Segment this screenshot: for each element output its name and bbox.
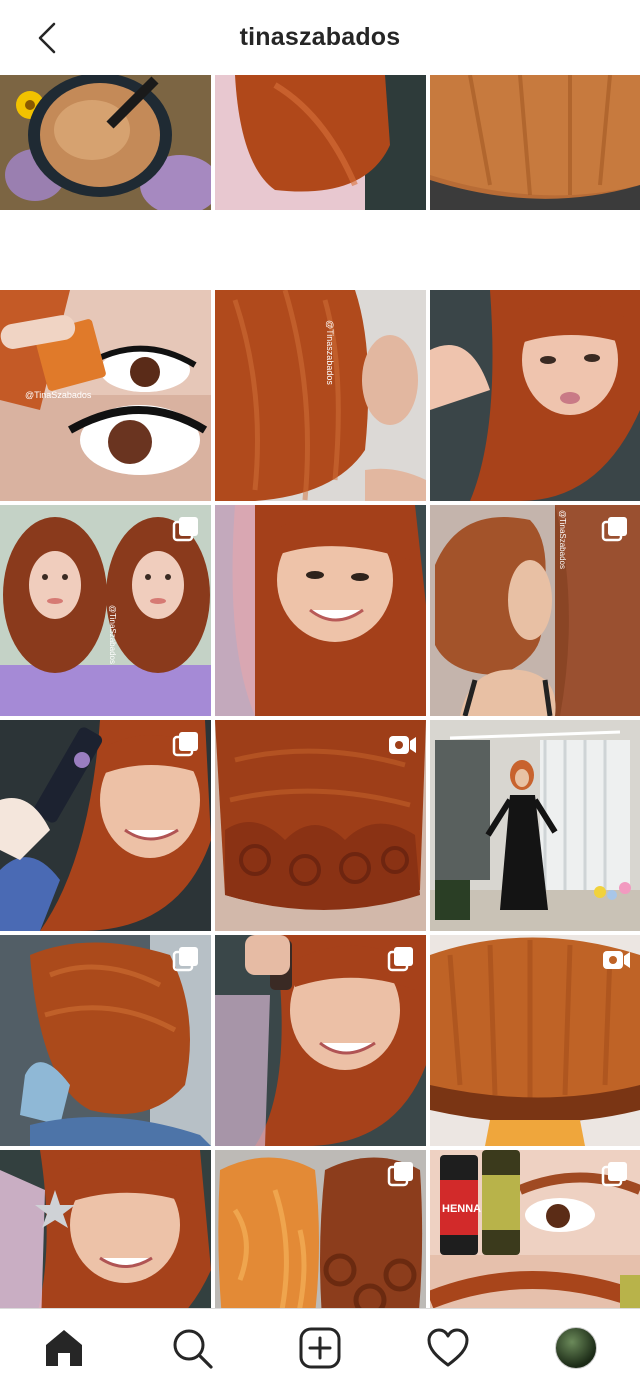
bottom-tab-bar <box>0 1308 640 1387</box>
post-copper-bob-side[interactable] <box>215 75 426 210</box>
post-thumbnail <box>430 720 640 931</box>
tab-profile[interactable] <box>546 1318 606 1378</box>
post-thumbnail <box>430 75 640 210</box>
tab-home[interactable] <box>34 1318 94 1378</box>
post-thumbnail: @TinaSzabados <box>0 290 211 501</box>
post-bangs-selfie-lips[interactable] <box>430 290 640 501</box>
page-title: tinaszabados <box>239 23 401 51</box>
watermark-label: @TinaSzabados <box>558 510 567 569</box>
plus-square-icon <box>299 1327 341 1369</box>
post-thumbnail <box>0 75 211 210</box>
heart-icon <box>427 1328 469 1367</box>
post-stacked-bob-back[interactable] <box>430 935 640 1146</box>
henna-label: HENNA <box>442 1203 481 1215</box>
watermark-label: @TinaSzabados <box>108 605 117 664</box>
carousel-icon <box>387 947 413 972</box>
post-long-copper-hair-profile[interactable]: @Tinaszabados <box>215 290 426 501</box>
chevron-left-icon <box>38 22 56 54</box>
post-henna-bowl[interactable] <box>0 75 211 210</box>
watermark-label: @Tinaszabados <box>325 320 335 385</box>
post-angled-bob[interactable] <box>0 935 211 1146</box>
post-thumbnail <box>215 505 426 716</box>
tab-search[interactable] <box>162 1318 222 1378</box>
post-thumbnail <box>215 75 426 210</box>
post-voluminous-blowout[interactable]: @TinaSzabados <box>430 505 640 716</box>
carousel-icon <box>601 517 627 542</box>
post-sparkle-bangs-selfie[interactable] <box>0 1150 211 1308</box>
video-icon <box>603 951 630 969</box>
posts-grid: @TinaSzabados @Tinaszabados @TinaSzabado… <box>0 75 640 1308</box>
post-thumbnail <box>430 290 640 501</box>
carousel-icon <box>172 732 198 757</box>
post-bottle-selfie-laugh[interactable] <box>215 935 426 1146</box>
post-ginger-curls-compare[interactable] <box>215 1150 426 1308</box>
home-icon <box>46 1330 82 1366</box>
post-thumbnail <box>0 1150 211 1308</box>
post-wavy-copper-back[interactable] <box>215 720 426 931</box>
carousel-icon <box>387 1162 413 1187</box>
tab-activity[interactable] <box>418 1318 478 1378</box>
watermark-label: @TinaSzabados <box>25 390 92 400</box>
carousel-icon <box>601 1162 627 1187</box>
post-curly-redhead-duo[interactable]: @TinaSzabados <box>0 505 211 716</box>
post-black-dress-room[interactable] <box>430 720 640 931</box>
video-icon <box>389 736 416 754</box>
search-icon <box>173 1329 213 1369</box>
post-eyelash-closeup[interactable]: @TinaSzabados <box>0 290 211 501</box>
post-bangs-selfie-smile[interactable] <box>215 505 426 716</box>
post-thumbnail: @Tinaszabados <box>215 290 426 501</box>
tab-new-post[interactable] <box>290 1318 350 1378</box>
post-henna-brows-products[interactable]: HENNA <box>430 1150 640 1308</box>
carousel-icon <box>172 517 198 542</box>
top-bar: tinaszabados <box>0 0 640 75</box>
back-button[interactable] <box>30 18 70 58</box>
post-product-bottle-selfie[interactable] <box>0 720 211 931</box>
carousel-icon <box>172 947 198 972</box>
avatar <box>555 1327 597 1369</box>
post-copper-bob-back[interactable] <box>430 75 640 210</box>
